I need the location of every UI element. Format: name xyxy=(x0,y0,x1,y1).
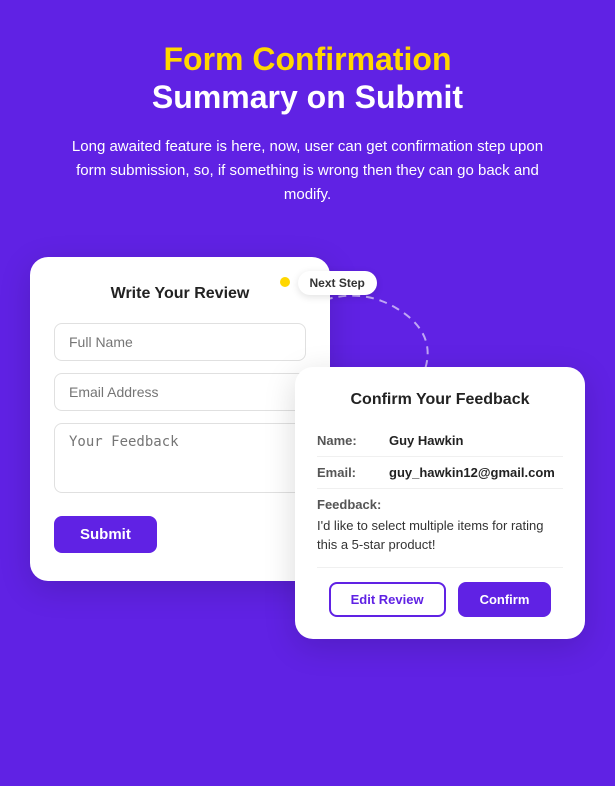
confirm-email-row: Email: guy_hawkin12@gmail.com xyxy=(317,457,563,489)
confirm-card-title: Confirm Your Feedback xyxy=(317,391,563,409)
confirm-name-value: Guy Hawkin xyxy=(389,433,463,448)
next-step-bubble: Next Step xyxy=(298,271,377,295)
confirm-email-value: guy_hawkin12@gmail.com xyxy=(389,465,555,480)
confirm-feedback-section: Feedback: I'd like to select multiple it… xyxy=(317,489,563,568)
form-card-title: Write Your Review xyxy=(54,285,306,303)
cards-container: Next Step Write Your Review Submit Confi… xyxy=(30,247,585,667)
confirm-feedback-label: Feedback: xyxy=(317,497,563,512)
header-description: Long awaited feature is here, now, user … xyxy=(68,135,548,207)
confirm-name-row: Name: Guy Hawkin xyxy=(317,425,563,457)
header-title-white: Summary on Submit xyxy=(68,78,548,116)
header-title-yellow: Form Confirmation xyxy=(68,40,548,78)
edit-review-button[interactable]: Edit Review xyxy=(329,582,446,617)
confirm-email-label: Email: xyxy=(317,465,389,480)
full-name-input[interactable] xyxy=(54,323,306,361)
form-card: Write Your Review Submit xyxy=(30,257,330,581)
next-step-dot xyxy=(280,277,290,287)
feedback-textarea[interactable] xyxy=(54,423,306,493)
submit-button[interactable]: Submit xyxy=(54,516,157,553)
confirm-card: Confirm Your Feedback Name: Guy Hawkin E… xyxy=(295,367,585,639)
confirm-name-label: Name: xyxy=(317,433,389,448)
email-input[interactable] xyxy=(54,373,306,411)
header-section: Form Confirmation Summary on Submit Long… xyxy=(68,40,548,207)
confirm-buttons: Edit Review Confirm xyxy=(317,582,563,617)
confirm-button[interactable]: Confirm xyxy=(458,582,552,617)
confirm-feedback-text: I'd like to select multiple items for ra… xyxy=(317,516,563,555)
